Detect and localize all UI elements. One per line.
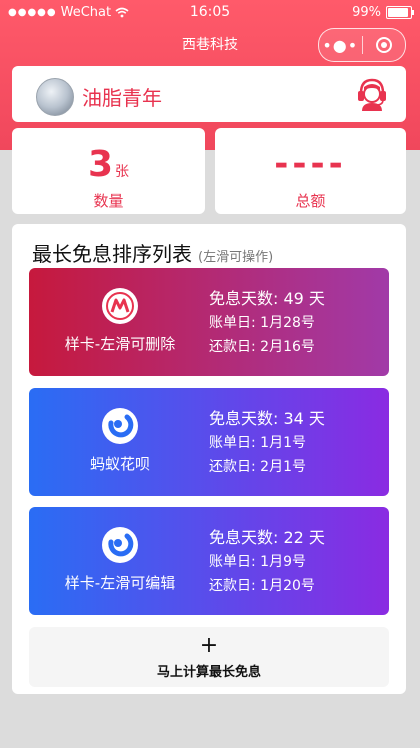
more-icon[interactable]: •●• bbox=[319, 36, 362, 55]
card-count-panel: 3张 数量 bbox=[12, 128, 205, 214]
card-name: 样卡-左滑可编辑 bbox=[64, 574, 176, 592]
battery-icon bbox=[386, 6, 414, 19]
free-days: 免息天数: 34 天 bbox=[209, 409, 325, 428]
free-days: 免息天数: 49 天 bbox=[209, 289, 325, 308]
avatar[interactable] bbox=[36, 78, 74, 116]
free-days: 免息天数: 22 天 bbox=[209, 528, 325, 547]
bank-logo-icon bbox=[102, 288, 138, 324]
card-name: 蚂蚁花呗 bbox=[89, 455, 150, 473]
repay-day: 还款日: 2月16号 bbox=[209, 339, 315, 355]
card-count-value: 3张 bbox=[12, 144, 205, 185]
total-number: ---- bbox=[274, 144, 347, 184]
bill-day: 账单日: 1月28号 bbox=[209, 315, 315, 331]
bill-day: 账单日: 1月9号 bbox=[209, 554, 306, 570]
list-title: 最长免息排序列表 (左滑可操作) bbox=[32, 238, 273, 267]
huabei-icon bbox=[102, 527, 138, 563]
mini-program-capsule: •●• bbox=[318, 28, 406, 62]
card-name: 样卡-左滑可删除 bbox=[64, 335, 176, 353]
user-card: 油脂青年 bbox=[12, 66, 406, 122]
total-label: 总额 bbox=[295, 192, 326, 210]
huabei-icon bbox=[102, 408, 138, 444]
credit-card-item[interactable]: 样卡-左滑可编辑 免息天数: 22 天 账单日: 1月9号 还款日: 1月20号 bbox=[29, 507, 389, 615]
repay-day: 还款日: 2月1号 bbox=[209, 459, 306, 475]
total-value: ---- bbox=[215, 144, 406, 184]
repay-day: 还款日: 1月20号 bbox=[209, 578, 315, 594]
count-label: 数量 bbox=[93, 192, 124, 210]
username: 油脂青年 bbox=[82, 86, 162, 110]
credit-card-item[interactable]: 样卡-左滑可删除 免息天数: 49 天 账单日: 1月28号 还款日: 2月16… bbox=[29, 268, 389, 376]
calculate-button[interactable]: + 马上计算最长免息 bbox=[29, 627, 389, 687]
count-unit: 张 bbox=[115, 164, 130, 180]
total-amount-panel: ---- 总额 bbox=[215, 128, 406, 214]
status-bar: ●●●●● WeChat 16:05 99% bbox=[0, 0, 420, 26]
credit-card-item[interactable]: 蚂蚁花呗 免息天数: 34 天 账单日: 1月1号 还款日: 2月1号 bbox=[29, 388, 389, 496]
count-number: 3 bbox=[87, 144, 114, 185]
calculate-label: 马上计算最长免息 bbox=[156, 665, 261, 680]
bill-day: 账单日: 1月1号 bbox=[209, 435, 306, 451]
plus-icon: + bbox=[199, 633, 219, 658]
card-list-panel: 最长免息排序列表 (左滑可操作) 样卡-左滑可删除 免息天数: 49 天 账单日:… bbox=[12, 224, 406, 694]
list-hint: (左滑可操作) bbox=[198, 250, 274, 265]
customer-service-icon[interactable] bbox=[356, 77, 388, 111]
list-title-text: 最长免息排序列表 bbox=[32, 242, 192, 266]
close-icon[interactable] bbox=[363, 37, 406, 53]
battery-percent: 99% bbox=[352, 5, 381, 20]
